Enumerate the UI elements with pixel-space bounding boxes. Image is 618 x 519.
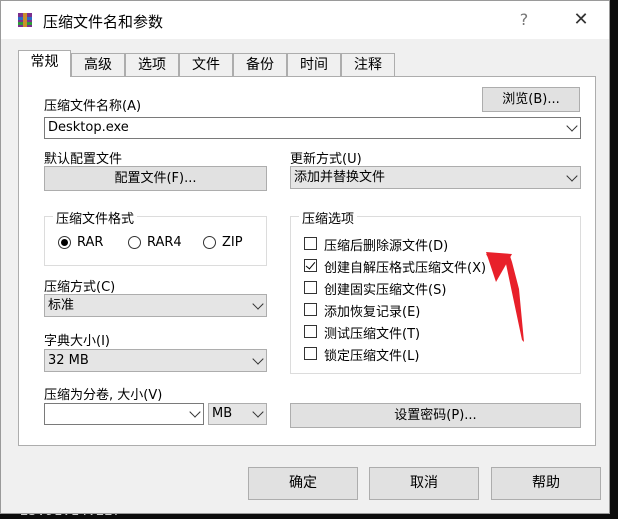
tab-advanced[interactable]: 高级 [71,53,125,76]
archive-name-combo[interactable]: Desktop.exe [44,117,581,139]
archive-name-value: Desktop.exe [48,120,129,135]
option-create-sfx-label: 创建自解压格式压缩文件(X) [324,261,487,276]
checkbox-delete-after[interactable] [304,237,317,250]
ok-button[interactable]: 确定 [248,467,358,500]
option-lock-archive-label: 锁定压缩文件(L) [324,349,420,364]
title-bar[interactable]: 压缩文件名和参数 ? ✕ [1,1,609,39]
tab-files[interactable]: 文件 [179,53,233,76]
archive-options-group: 压缩选项 压缩后删除源文件(D) 创建自解压格式压缩文件(X) 创建固实压缩文件… [290,208,581,374]
general-tab-panel: 压缩文件名称(A) 浏览(B)... Desktop.exe 默认配置文件 配置… [18,76,596,446]
compression-method-label: 压缩方式(C) [44,280,116,295]
checkbox-create-sfx[interactable] [304,259,317,272]
browse-button[interactable]: 浏览(B)... [482,87,580,112]
radio-rar4-label: RAR4 [147,235,182,250]
checkbox-test-archive[interactable] [304,325,317,338]
option-recovery-record-label: 添加恢复记录(E) [324,305,421,320]
chevron-down-icon [566,120,578,132]
set-password-button[interactable]: 设置密码(P)... [290,403,581,428]
tab-time[interactable]: 时间 [287,53,341,76]
chevron-down-icon [252,297,264,310]
compression-method-value: 标准 [48,298,75,313]
update-mode-select[interactable]: 添加并替换文件 [290,166,581,189]
radio-zip[interactable] [203,236,216,249]
help-question-button[interactable]: ? [506,7,542,33]
option-delete-after-label: 压缩后删除源文件(D) [324,239,449,254]
chevron-down-icon [566,169,578,182]
compression-method-select[interactable]: 标准 [44,294,267,317]
cancel-button[interactable]: 取消 [369,467,479,500]
split-volumes-label: 压缩为分卷, 大小(V) [44,388,163,403]
radio-zip-label: ZIP [222,235,243,250]
radio-rar-label: RAR [77,235,104,250]
tab-backup[interactable]: 备份 [233,53,287,76]
chevron-down-icon [189,406,201,418]
winrar-icon [18,13,32,27]
dictionary-size-select[interactable]: 32 MB [44,349,267,372]
checkbox-recovery-record[interactable] [304,303,317,316]
radio-rar4[interactable] [128,236,141,249]
option-solid-archive-label: 创建固实压缩文件(S) [324,283,447,298]
update-mode-value: 添加并替换文件 [294,170,386,185]
radio-rar[interactable] [58,236,71,249]
tab-general[interactable]: 常规 [18,50,71,77]
profiles-button[interactable]: 配置文件(F)... [44,166,267,191]
split-volume-unit-select[interactable]: MB [208,403,267,425]
default-profile-label: 默认配置文件 [44,152,123,167]
split-volume-size-combo[interactable] [44,403,204,425]
update-mode-label: 更新方式(U) [290,152,362,167]
archive-options-title: 压缩选项 [299,208,358,227]
tab-comment[interactable]: 注释 [341,53,395,76]
help-button[interactable]: 帮助 [491,467,601,500]
tab-options[interactable]: 选项 [125,53,179,76]
checkbox-solid-archive[interactable] [304,281,317,294]
checkbox-lock-archive[interactable] [304,347,317,360]
dictionary-size-value: 32 MB [48,353,89,368]
close-button[interactable]: ✕ [561,7,601,33]
dictionary-size-label: 字典大小(I) [44,334,110,349]
chevron-down-icon [252,352,264,365]
split-volume-unit-value: MB [212,406,233,421]
archive-format-title: 压缩文件格式 [53,208,138,227]
chevron-down-icon [252,406,264,418]
archive-name-label: 压缩文件名称(A) [44,99,142,114]
compression-dialog: 压缩文件名和参数 ? ✕ 常规 高级 选项 文件 备份 时间 注释 压缩文件名称… [0,0,610,514]
option-test-archive-label: 测试压缩文件(T) [324,327,421,342]
archive-format-group: 压缩文件格式 RAR RAR4 ZIP [44,208,267,266]
window-title: 压缩文件名和参数 [43,13,164,31]
